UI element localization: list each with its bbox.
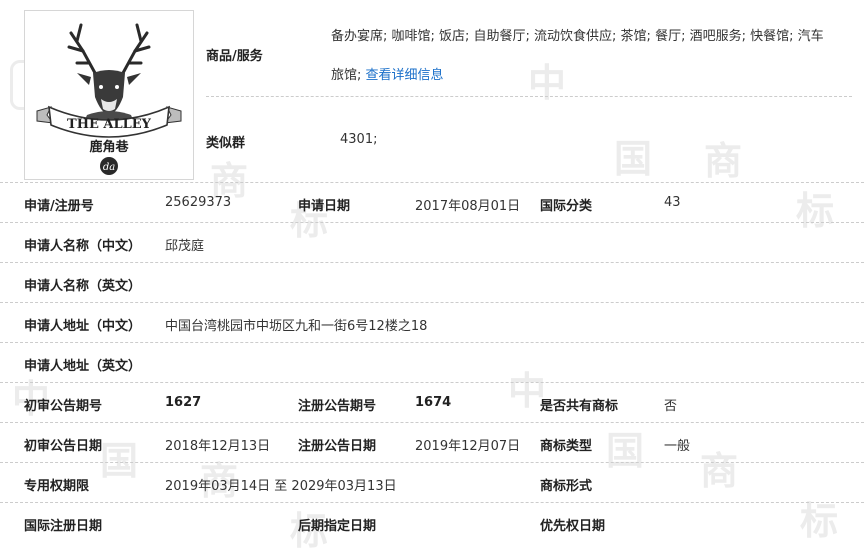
applicant-address-en-label: 申请人地址（英文）	[24, 359, 142, 374]
divider	[0, 462, 864, 463]
exclusive-right-period-value: 2019年03月14日 至 2029年03月13日	[165, 479, 397, 494]
divider	[0, 182, 864, 183]
divider	[0, 342, 864, 343]
applicant-name-cn-value: 邱茂庭	[165, 239, 205, 254]
watermark-char: 标	[796, 189, 835, 233]
logo-brand-text: THE ALLEY	[67, 117, 152, 132]
joint-trademark-value: 否	[664, 399, 678, 414]
divider	[0, 502, 864, 503]
reg-gazette-no-value: 1674	[415, 395, 452, 410]
watermark-char: 标	[800, 499, 839, 543]
watermark-char: 中	[528, 61, 567, 105]
application-date-value: 2017年08月01日	[415, 199, 521, 214]
similar-group-label: 类似群	[206, 136, 246, 151]
trademark-image: THE ALLEY 鹿角巷 da	[24, 10, 194, 180]
divider	[206, 96, 852, 97]
divider	[0, 222, 864, 223]
watermark-char: 商	[704, 139, 743, 183]
deer-logo-icon: THE ALLEY 鹿角巷 da	[36, 23, 182, 175]
application-date-label: 申请日期	[298, 199, 351, 214]
watermark-char: 商	[700, 449, 739, 493]
goods-services-label: 商品/服务	[206, 49, 263, 64]
applicant-address-cn-value: 中国台湾桃园市中坜区九和一街6号12楼之18	[165, 319, 428, 334]
reg-gazette-date-label: 注册公告日期	[298, 439, 377, 454]
goods-services-text-line2: 旅馆;	[331, 68, 362, 83]
reg-gazette-no-label: 注册公告期号	[298, 399, 377, 414]
joint-trademark-label: 是否共有商标	[540, 399, 619, 414]
applicant-name-en-label: 申请人名称（英文）	[24, 279, 142, 294]
goods-services-text-cont: 旅馆; 查看详细信息	[331, 64, 444, 83]
prelim-gazette-no-value: 1627	[165, 395, 202, 410]
watermark-char: 国	[606, 429, 645, 473]
prelim-gazette-date-value: 2018年12月13日	[165, 439, 271, 454]
logo-chinese-text: 鹿角巷	[89, 139, 129, 155]
divider	[0, 262, 864, 263]
reg-gazette-date-value: 2019年12月07日	[415, 439, 521, 454]
trademark-type-value: 一般	[664, 439, 691, 454]
divider	[0, 422, 864, 423]
view-details-link[interactable]: 查看详细信息	[366, 68, 444, 83]
watermark-char: 国	[614, 137, 653, 181]
divider	[0, 382, 864, 383]
prelim-gazette-no-label: 初审公告期号	[24, 399, 103, 414]
prelim-gazette-date-label: 初审公告日期	[24, 439, 103, 454]
exclusive-right-period-label: 专用权期限	[24, 479, 90, 494]
intl-reg-date-label: 国际注册日期	[24, 519, 103, 534]
subsequent-designation-date-label: 后期指定日期	[298, 519, 377, 534]
divider	[0, 302, 864, 303]
applicant-address-cn-label: 申请人地址（中文）	[24, 319, 142, 334]
applicant-name-cn-label: 申请人名称（中文）	[24, 239, 142, 254]
intl-class-value: 43	[664, 195, 681, 210]
trademark-type-label: 商标类型	[540, 439, 593, 454]
priority-date-label: 优先权日期	[540, 519, 606, 534]
goods-services-text: 备办宴席; 咖啡馆; 饭店; 自助餐厅; 流动饮食供应; 茶馆; 餐厅; 酒吧服…	[331, 29, 824, 44]
intl-class-label: 国际分类	[540, 199, 593, 214]
watermark-char: 国	[100, 439, 139, 483]
logo-monogram: da	[103, 162, 115, 173]
application-number-value: 25629373	[165, 195, 232, 210]
similar-group-value: 4301;	[340, 132, 378, 147]
application-number-label: 申请/注册号	[24, 199, 94, 214]
trademark-form-label: 商标形式	[540, 479, 593, 494]
